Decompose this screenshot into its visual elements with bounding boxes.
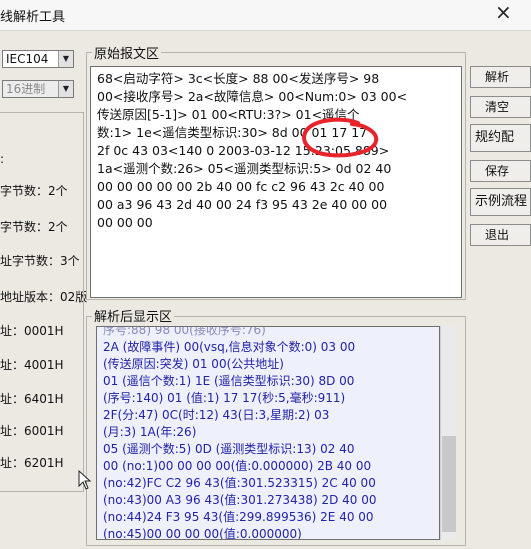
info-groupbox xyxy=(0,112,84,492)
mouse-cursor-icon xyxy=(78,470,92,490)
parsed-display-textarea[interactable]: 序号:88) 98 00(接收序号:76) 2A (故障事件) 00(vsq,信… xyxy=(96,326,440,540)
parsed-line: 2A (故障事件) 00(vsq,信息对象个数:0) 03 00 xyxy=(103,340,356,354)
exit-button[interactable]: 退出 xyxy=(470,224,531,246)
raw-message-label: 原始报文区 xyxy=(92,43,162,62)
parsed-display-label: 解析后显示区 xyxy=(92,306,175,325)
close-icon[interactable]: × xyxy=(495,2,512,22)
app-window: 线解析工具 × IEC104 ▼ 16进制 ▼ : 字节数：2个 字节数：2个 … xyxy=(0,0,531,549)
parsed-line: 01 (遥信个数:1) 1E (遥信类型标识:30) 8D 00 xyxy=(103,374,355,388)
protocol-config-button[interactable]: 规约配 xyxy=(470,124,531,152)
clear-button[interactable]: 清空 xyxy=(470,96,531,118)
chevron-down-icon[interactable]: ▼ xyxy=(58,81,73,97)
demo-flow-button[interactable]: 示例流程 xyxy=(470,188,531,216)
window-title: 线解析工具 xyxy=(0,10,66,25)
chevron-down-icon[interactable]: ▼ xyxy=(58,51,73,67)
scrollbar-thumb[interactable] xyxy=(442,436,456,532)
title-bar: 线解析工具 × xyxy=(0,0,531,31)
parse-button[interactable]: 解析 xyxy=(470,66,531,88)
parsed-line: (月:3) 1A(年:26) xyxy=(103,425,197,439)
raw-line: 68<启动字符> 3c<长度> 88 00<发送序号> 98 xyxy=(97,71,380,86)
parsed-line: 2F(分:47) 0C(时:12) 43(日:3,星期:2) 03 xyxy=(103,408,330,422)
parsed-line: 序号:88) 98 00(接收序号:76) xyxy=(103,326,266,337)
parsed-line: (传送原因:突发) 01 00(公共地址) xyxy=(103,357,284,371)
parsed-scrollbar[interactable] xyxy=(440,326,457,540)
red-circle-annotation xyxy=(302,117,379,158)
parsed-line: (no:43)00 A3 96 43(值:301.273438) 2D 40 0… xyxy=(103,493,377,507)
parsed-line: (no:45)00 00 00 00(值:0.000000) xyxy=(103,527,302,540)
raw-message-textarea[interactable]: 68<启动字符> 3c<长度> 88 00<发送序号> 98 00<接收序号> … xyxy=(90,66,462,298)
parsed-line: (序号:140) 01 (值:1) 17 17(秒:5,毫秒:911) xyxy=(103,391,346,405)
protocol-select[interactable]: IEC104 ▼ xyxy=(2,50,74,68)
radix-select[interactable]: 16进制 ▼ xyxy=(2,80,74,98)
raw-line: 1a<遥测个数:26> 05<遥测类型标识:5> 0d 02 40 xyxy=(97,161,392,176)
raw-line: 00 00 00 xyxy=(97,215,153,230)
parsed-line: 00 (no:1)00 00 00 00(值:0.000000) 2B 40 0… xyxy=(103,459,372,473)
raw-line: 00<接收序号> 2a<故障信息> 00<Num:0> 03 00< xyxy=(97,89,408,104)
protocol-select-value: IEC104 xyxy=(6,52,49,66)
parsed-line: (no:42)FC C2 96 43(值:301.523315) 2C 40 0… xyxy=(103,476,376,490)
parsed-line: 05 (遥测个数:5) 0D (遥测类型标识:13) 02 40 xyxy=(103,442,355,456)
radix-select-value: 16进制 xyxy=(6,82,46,96)
parsed-line: (no:44)24 F3 95 43(值:299.899536) 2E 40 0… xyxy=(103,510,374,524)
save-button[interactable]: 保存 xyxy=(470,160,531,182)
raw-line: 00 00 00 00 00 2b 40 00 fc c2 96 43 2c 4… xyxy=(97,179,385,194)
raw-line: 00 a3 96 43 2d 40 00 24 f3 95 43 2e 40 0… xyxy=(97,197,388,212)
